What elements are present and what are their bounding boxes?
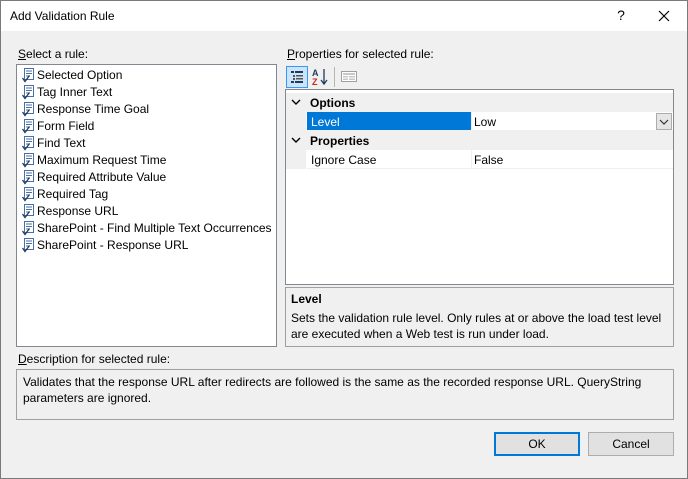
rule-list-item[interactable]: Tag Inner Text — [19, 84, 275, 101]
ok-button[interactable]: OK — [494, 432, 580, 456]
title-bar: Add Validation Rule ? — [1, 1, 687, 31]
property-name: Level — [307, 112, 471, 131]
help-button[interactable]: ? — [613, 5, 629, 25]
close-button[interactable] — [649, 4, 679, 28]
close-icon — [658, 10, 670, 22]
property-help-panel: Level Sets the validation rule level. On… — [285, 287, 674, 347]
validation-rule-icon — [21, 119, 36, 134]
category-label: Properties — [310, 134, 370, 148]
validation-rule-icon — [21, 153, 36, 168]
select-rule-label: Select a rule: — [18, 47, 88, 61]
validation-rule-icon — [21, 85, 36, 100]
description-box: Validates that the response URL after re… — [16, 369, 674, 420]
validation-rule-icon — [21, 187, 36, 202]
row-gutter — [286, 150, 306, 169]
properties-label: Properties for selected rule: — [287, 47, 434, 61]
sort-az-icon: A Z — [312, 68, 328, 87]
rule-label: Response URL — [37, 204, 119, 218]
rule-label: Response Time Goal — [37, 102, 150, 116]
alphabetical-button[interactable]: A Z — [310, 66, 332, 88]
ignore-case-value[interactable]: False — [472, 150, 673, 169]
validation-rule-icon — [21, 136, 36, 151]
chevron-down-icon[interactable] — [291, 134, 301, 146]
rule-list-item[interactable]: Find Text — [19, 135, 275, 152]
rule-label: Maximum Request Time — [37, 153, 167, 167]
toolbar-separator — [334, 67, 335, 87]
property-row-level[interactable]: Level Low — [286, 112, 673, 131]
category-properties[interactable]: Properties — [286, 131, 673, 150]
window-title: Add Validation Rule — [10, 9, 115, 23]
property-row-ignore-case[interactable]: Ignore Case False — [286, 150, 673, 169]
description-text: Validates that the response URL after re… — [23, 375, 642, 405]
rule-list-item[interactable]: Response Time Goal — [19, 101, 275, 118]
rule-label: Required Tag — [37, 187, 109, 201]
validation-rule-icon — [21, 68, 36, 83]
property-pages-icon — [341, 71, 357, 82]
rule-label: Form Field — [37, 119, 95, 133]
help-description: Sets the validation rule level. Only rul… — [291, 311, 662, 341]
cancel-button[interactable]: Cancel — [588, 432, 674, 456]
rule-list-item[interactable]: Selected Option — [19, 67, 275, 84]
description-label-rest: escription for selected rule: — [26, 352, 171, 366]
help-title: Level — [291, 292, 322, 306]
rule-list[interactable]: Selected Option Tag Inner Text Response Ti… — [16, 64, 277, 347]
select-rule-label-accel: S — [18, 47, 27, 61]
categorized-icon — [291, 71, 303, 83]
rule-list-item[interactable]: Response URL — [19, 203, 275, 220]
rule-label: SharePoint - Response URL — [37, 238, 189, 252]
rule-label: Find Text — [37, 136, 86, 150]
chevron-down-icon — [659, 119, 669, 125]
category-options[interactable]: Options — [286, 93, 673, 112]
rule-label: Selected Option — [37, 68, 123, 82]
rule-list-item[interactable]: Required Tag — [19, 186, 275, 203]
properties-label-rest: roperties for selected rule: — [295, 47, 434, 61]
level-dropdown-button[interactable] — [656, 113, 672, 130]
properties-label-accel: P — [287, 47, 296, 61]
property-name: Ignore Case — [307, 150, 471, 169]
description-label-accel: D — [18, 352, 27, 366]
categorized-button[interactable] — [286, 66, 308, 88]
svg-text:Z: Z — [312, 77, 318, 87]
chevron-down-icon[interactable] — [291, 96, 301, 108]
property-grid[interactable]: Options Level Low Properties Ignore Case… — [285, 89, 674, 285]
property-pages-button[interactable] — [339, 66, 361, 88]
rule-list-item[interactable]: Form Field — [19, 118, 275, 135]
select-rule-label-rest: elect a rule: — [26, 47, 89, 61]
validation-rule-icon — [21, 170, 36, 185]
validation-rule-icon — [21, 238, 36, 253]
validation-rule-icon — [21, 102, 36, 117]
rule-list-item[interactable]: SharePoint - Find Multiple Text Occurren… — [19, 220, 275, 237]
rule-label: SharePoint - Find Multiple Text Occurren… — [37, 221, 272, 235]
rule-label: Required Attribute Value — [37, 170, 167, 184]
level-value[interactable]: Low — [472, 112, 673, 131]
description-label: Description for selected rule: — [18, 352, 170, 366]
rule-list-item[interactable]: Required Attribute Value — [19, 169, 275, 186]
rule-list-item[interactable]: SharePoint - Response URL — [19, 237, 275, 254]
add-validation-rule-dialog: Add Validation Rule ? Select a rule: Sel… — [0, 0, 688, 479]
category-label: Options — [310, 96, 356, 110]
rule-label: Tag Inner Text — [37, 85, 113, 99]
row-gutter — [286, 112, 306, 131]
validation-rule-icon — [21, 204, 36, 219]
rule-list-item[interactable]: Maximum Request Time — [19, 152, 275, 169]
validation-rule-icon — [21, 221, 36, 236]
